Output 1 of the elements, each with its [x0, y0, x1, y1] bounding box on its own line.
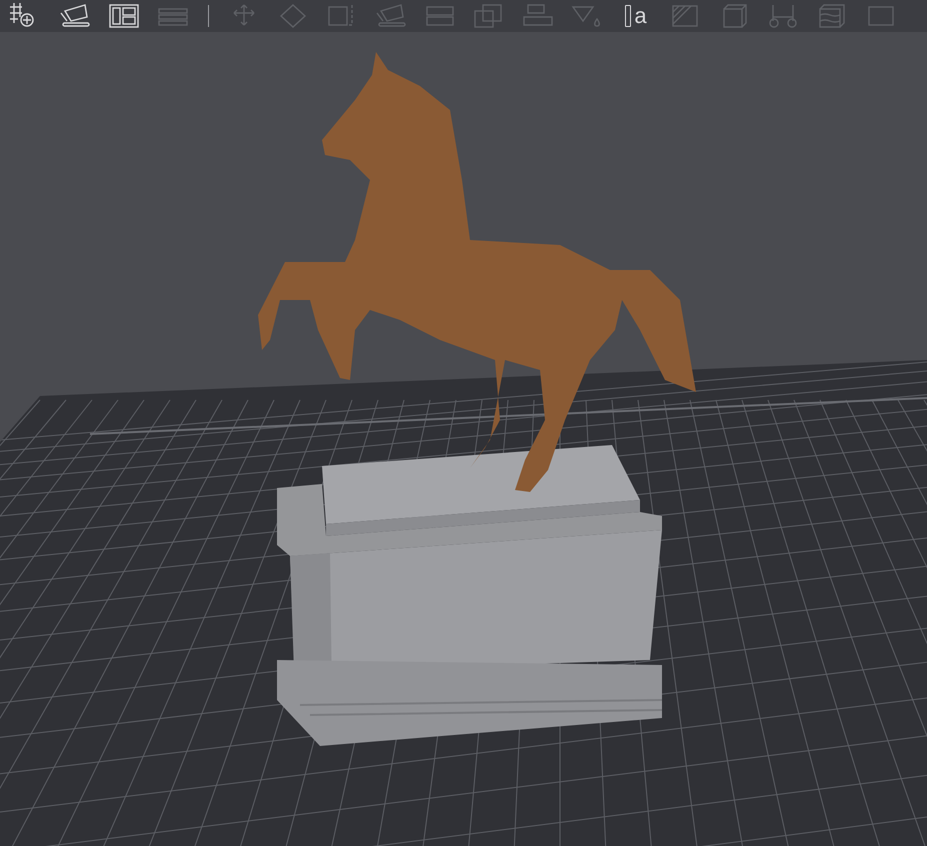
text-tool-button[interactable]: a: [612, 1, 660, 31]
